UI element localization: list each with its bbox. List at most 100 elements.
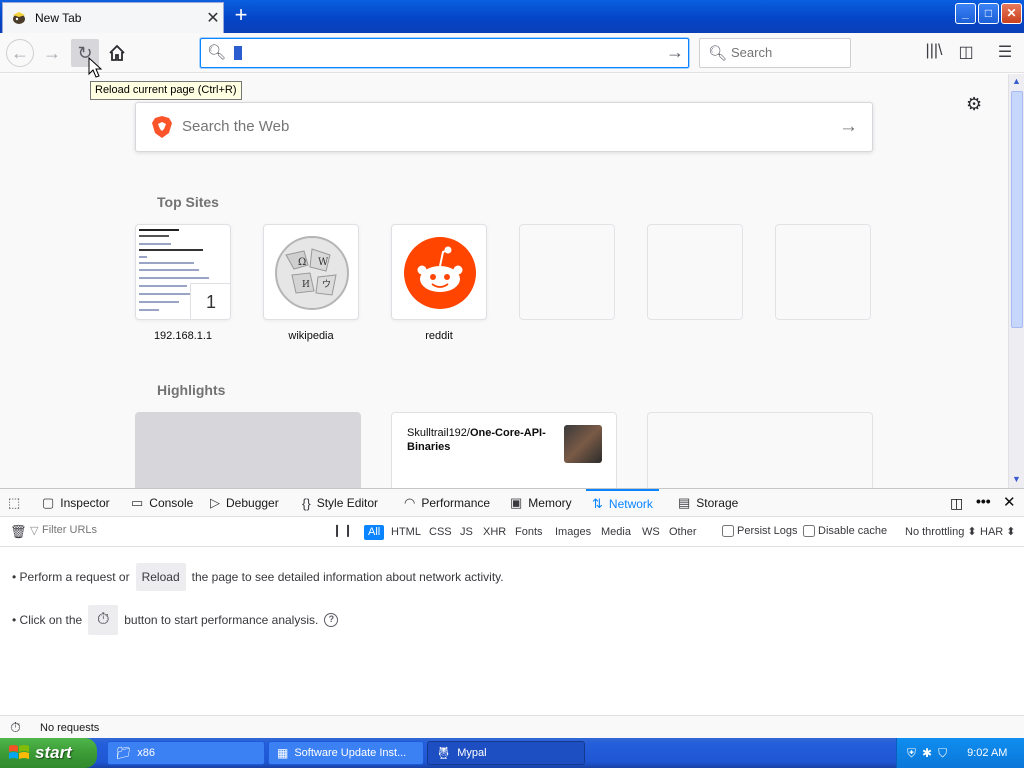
taskbar-item-mypal[interactable]: 🦉︎ Mypal	[427, 741, 585, 765]
tab-console[interactable]: ▭ Console	[131, 489, 193, 517]
stopwatch-button[interactable]: ⏱	[88, 605, 119, 635]
go-arrow-icon[interactable]: →	[666, 42, 684, 63]
top-site-label[interactable]: reddit	[384, 330, 494, 342]
home-button[interactable]	[103, 39, 131, 67]
empty-top-site-slot[interactable]	[647, 224, 743, 320]
filter-js-button[interactable]: JS	[456, 525, 477, 540]
tab-label: Network	[608, 497, 653, 511]
taskbar-item-software-update[interactable]: ▦ Software Update Inst...	[268, 741, 424, 765]
tab-memory[interactable]: ▣ Memory	[510, 489, 572, 517]
brave-logo-icon	[152, 116, 172, 138]
filter-images-button[interactable]: Images	[551, 525, 595, 540]
scroll-up-arrow-icon[interactable]: ▲	[1009, 74, 1024, 89]
library-icon[interactable]: |||\	[923, 42, 945, 64]
taskbar-item-label: x86	[137, 747, 155, 759]
filter-all-button[interactable]: All	[364, 525, 385, 540]
tab-inspector[interactable]: ▢ Inspector	[42, 489, 110, 517]
checkbox[interactable]	[722, 525, 734, 537]
filter-other-button[interactable]: Other	[665, 525, 701, 540]
empty-top-site-slot[interactable]	[519, 224, 615, 320]
tab-close-icon[interactable]: ✕	[203, 8, 223, 28]
window-close-button[interactable]: ✕	[1001, 3, 1022, 24]
search-icon: 🔍︎	[207, 44, 227, 61]
new-tab-button[interactable]: +	[228, 3, 254, 29]
wikipedia-globe-icon: Ω W И ウ	[275, 236, 349, 310]
scroll-down-arrow-icon[interactable]: ▼	[1009, 472, 1024, 487]
window-minimize-button[interactable]: _	[955, 3, 976, 24]
filter-fonts-button[interactable]: Fonts	[511, 525, 547, 540]
help-icon[interactable]: ?	[324, 613, 339, 627]
forward-button[interactable]: →	[38, 39, 66, 67]
start-label: start	[35, 743, 72, 762]
element-picker-button[interactable]: ⬚	[8, 489, 26, 517]
disable-cache-checkbox[interactable]: Disable cache	[803, 525, 887, 537]
home-icon	[109, 44, 125, 61]
highlight-card[interactable]: Skulltrail192/One-Core-API-Binaries	[391, 412, 617, 488]
network-tray-icon[interactable]: ✱	[922, 746, 932, 760]
tab-debugger[interactable]: ▷ Debugger	[210, 489, 279, 517]
installer-icon: ▦	[277, 746, 289, 760]
persist-logs-checkbox[interactable]: Persist Logs	[722, 525, 798, 537]
url-input[interactable]	[233, 44, 653, 62]
web-search-box[interactable]: →	[135, 102, 873, 152]
scrollbar-thumb[interactable]	[1011, 91, 1023, 328]
folder-icon: 📁︎	[116, 746, 132, 760]
arrow-right-icon[interactable]: →	[839, 116, 858, 138]
back-button[interactable]: ←	[6, 39, 34, 67]
highlights-heading: Highlights	[157, 382, 226, 398]
memory-icon: ▣	[510, 495, 523, 510]
filter-xhr-button[interactable]: XHR	[479, 525, 510, 540]
taskbar-item-label: Software Update Inst...	[294, 747, 407, 759]
web-search-input[interactable]	[182, 118, 782, 135]
tab-performance[interactable]: ◠ Performance	[404, 489, 490, 517]
highlight-card[interactable]	[135, 412, 361, 488]
top-site-label[interactable]: 192.168.1.1	[128, 330, 238, 342]
reload-button[interactable]: Reload	[135, 563, 186, 591]
tab-network[interactable]: ⇅ Network	[586, 489, 659, 517]
thumbnail-line	[139, 235, 169, 237]
har-menu-button[interactable]: HAR ⬍	[980, 525, 1016, 538]
top-site-tile[interactable]: 1	[135, 224, 231, 320]
network-empty-notice: • Perform a request or Reload the page t…	[0, 547, 1024, 715]
search-bar[interactable]: 🔍︎	[699, 38, 851, 68]
checkbox[interactable]	[803, 525, 815, 537]
start-button[interactable]: start	[0, 738, 97, 768]
tab-label: Console	[149, 496, 194, 510]
taskbar-item-x86[interactable]: 📁︎ x86	[107, 741, 265, 765]
sidebar-toggle-icon[interactable]: ◫	[955, 42, 977, 64]
top-site-label[interactable]: wikipedia	[256, 330, 366, 342]
filter-css-button[interactable]: CSS	[425, 525, 456, 540]
top-site-tile[interactable]	[391, 224, 487, 320]
search-input[interactable]	[731, 45, 841, 60]
checkbox-label: Disable cache	[818, 525, 888, 537]
filter-ws-button[interactable]: WS	[638, 525, 664, 540]
filter-urls-input[interactable]	[42, 524, 312, 536]
window-maximize-button[interactable]: □	[978, 3, 999, 24]
filter-media-button[interactable]: Media	[597, 525, 635, 540]
throttling-select[interactable]: No throttling ⬍	[905, 525, 977, 538]
hamburger-menu-icon[interactable]: ☰	[994, 42, 1016, 64]
security-shield-icon[interactable]: ⛨	[907, 746, 916, 761]
page-scrollbar[interactable]: ▲ ▼	[1008, 74, 1024, 488]
windows-taskbar: start 📁︎ x86 ▦ Software Update Inst... 🦉︎ M…	[0, 738, 1024, 768]
antivirus-icon[interactable]: ⛉	[938, 746, 947, 761]
empty-top-site-slot[interactable]	[775, 224, 871, 320]
tab-new-tab[interactable]: New Tab ✕	[2, 2, 224, 33]
thumbnail-line	[139, 309, 159, 311]
tab-style-editor[interactable]: {} Style Editor	[302, 489, 378, 517]
pause-icon[interactable]: ❙❙	[332, 523, 354, 537]
stopwatch-icon[interactable]: ⏱	[10, 719, 21, 736]
checkbox-label: Persist Logs	[737, 525, 798, 537]
gear-icon[interactable]: ⚙	[966, 94, 982, 115]
dock-side-icon[interactable]: ◫	[950, 495, 963, 512]
url-bar[interactable]: 🔍︎ →	[200, 38, 689, 68]
highlight-repo-owner: Skulltrail192/	[407, 427, 470, 439]
trash-icon[interactable]: 🗑︎	[10, 524, 27, 540]
clock[interactable]: 9:02 AM	[967, 747, 1007, 759]
empty-highlight-card	[647, 412, 873, 488]
top-site-tile[interactable]: Ω W И ウ	[263, 224, 359, 320]
filter-html-button[interactable]: HTML	[387, 525, 425, 540]
more-options-icon[interactable]: •••	[976, 493, 991, 509]
close-icon[interactable]: ✕	[1003, 493, 1016, 511]
tab-storage[interactable]: ▤ Storage	[678, 489, 738, 517]
